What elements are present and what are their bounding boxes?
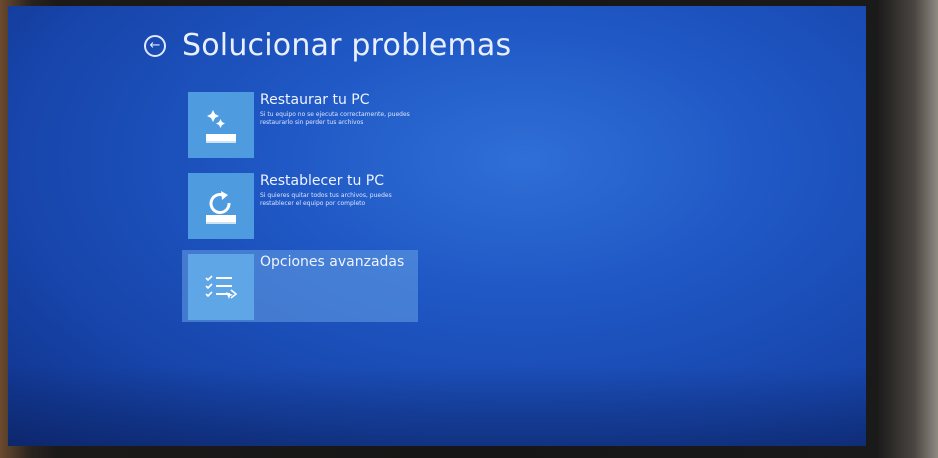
- monitor-bezel-right: [878, 0, 938, 458]
- checklist-icon: [205, 275, 238, 299]
- recovery-screen: ← Solucionar problemas Restaurar tu PC S…: [8, 6, 866, 446]
- screen-shading: [8, 366, 866, 446]
- photo-background: ← Solucionar problemas Restaurar tu PC S…: [0, 0, 938, 458]
- page-title: Solucionar problemas: [182, 28, 512, 63]
- option-description: Si tu equipo no se ejecuta correctamente…: [260, 111, 410, 126]
- restore-icon-tile: [188, 92, 254, 158]
- option-restore-pc[interactable]: Restaurar tu PC Si tu equipo no se ejecu…: [188, 92, 430, 158]
- option-reset-pc[interactable]: Restablecer tu PC Si quieres quitar todo…: [188, 173, 430, 239]
- option-description: Si quieres quitar todos tus archivos, pu…: [260, 192, 392, 207]
- back-arrow-icon: ←: [149, 38, 161, 53]
- option-advanced-options[interactable]: Opciones avanzadas: [182, 250, 418, 322]
- reset-refresh-icon: [206, 191, 236, 224]
- option-title: Restaurar tu PC: [260, 92, 370, 108]
- reset-icon-tile: [188, 173, 254, 239]
- restore-sparkle-icon: [206, 110, 236, 143]
- option-title: Opciones avanzadas: [260, 254, 405, 270]
- option-title: Restablecer tu PC: [260, 173, 385, 189]
- advanced-icon-tile: [188, 254, 254, 320]
- back-button[interactable]: ←: [144, 35, 166, 57]
